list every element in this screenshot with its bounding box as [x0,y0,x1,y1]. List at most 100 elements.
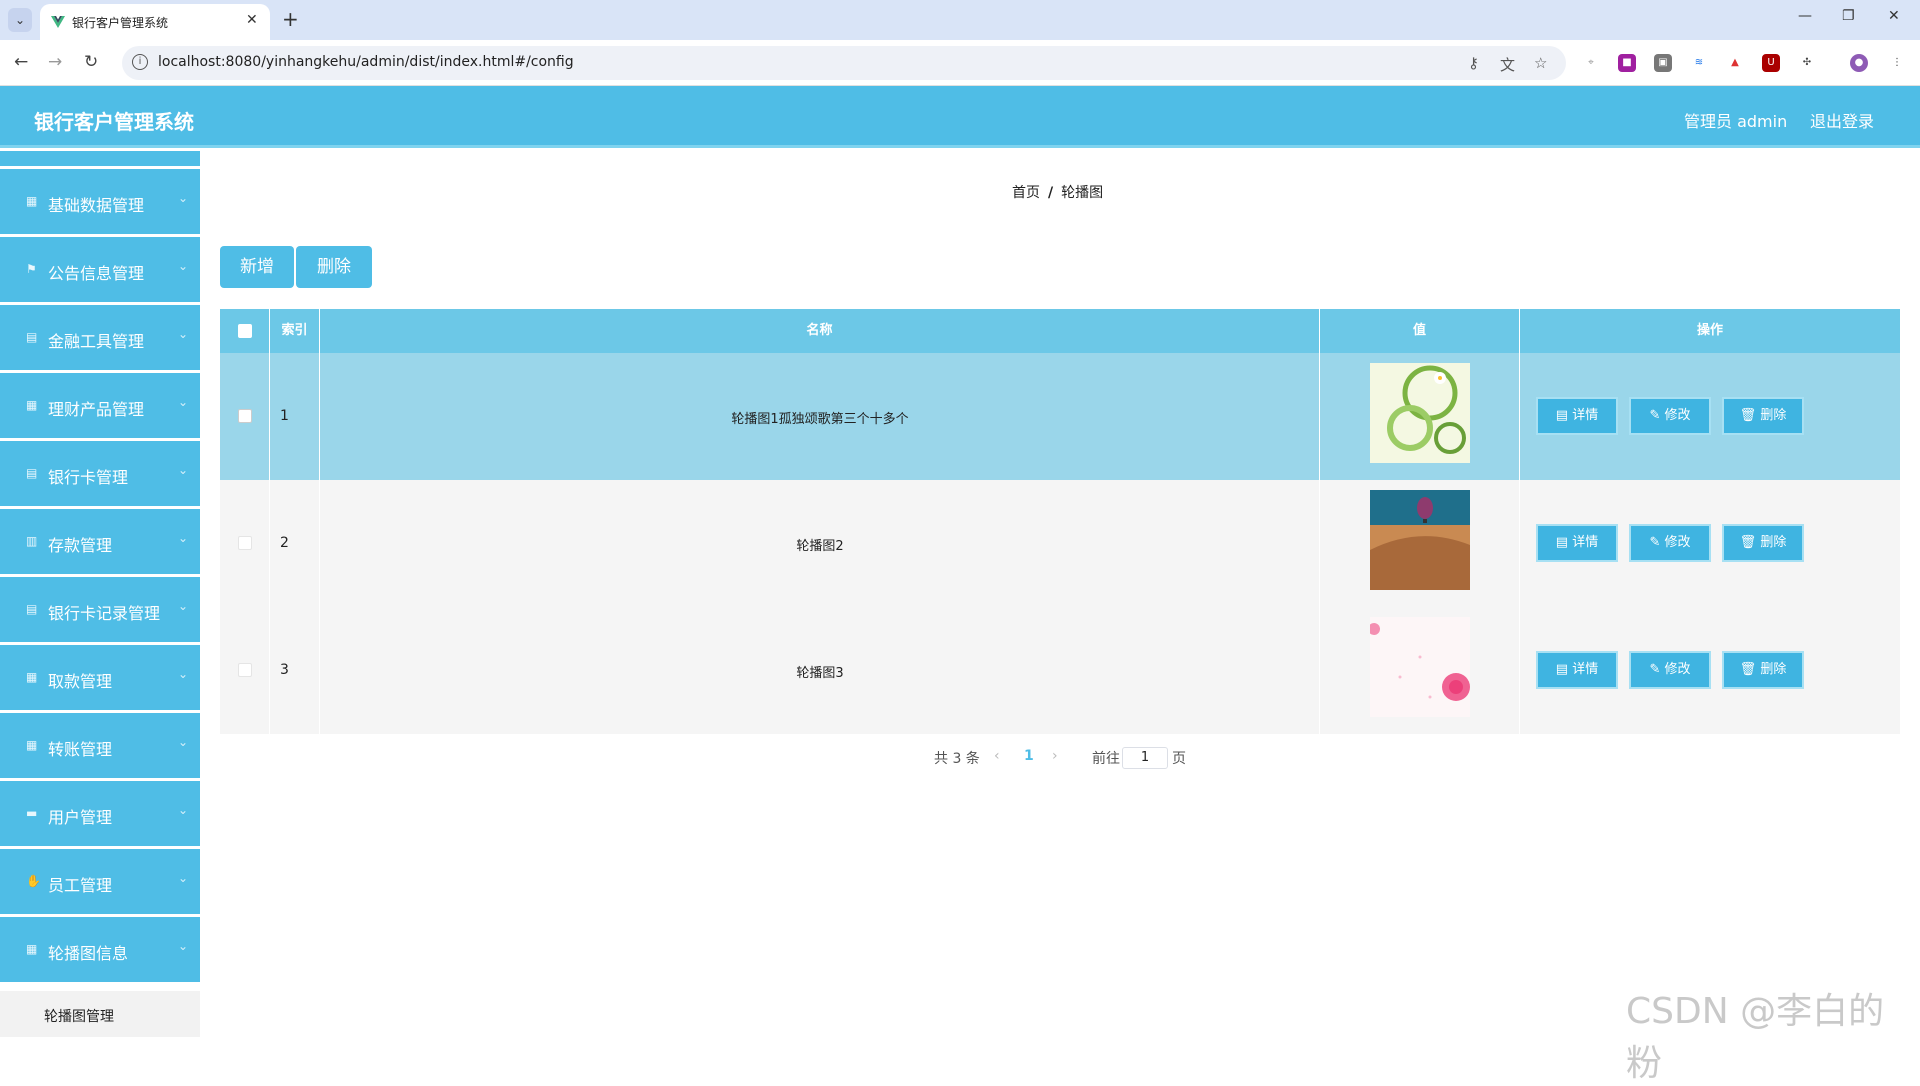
reload-icon[interactable]: ↻ [84,52,98,72]
table-row[interactable]: 1 轮播图1孤独颂歌第三个十多个 ▤ 详情 ✎ 修改 🗑 删除 [220,353,1900,480]
delete-button[interactable]: 🗑 删除 [1722,651,1804,689]
sidebar-item-11[interactable]: ▦ 轮播图信息 ⌄ [0,917,200,985]
table-row[interactable]: 2 轮播图2 ▤ 详情 ✎ 修改 🗑 删除 [220,480,1900,607]
delete-label: 删除 [1760,408,1787,423]
row-name: 轮播图3 [796,666,844,681]
edit-button[interactable]: ✎ 修改 [1629,651,1711,689]
row-index-cell: 1 [270,353,320,480]
row-checkbox[interactable] [238,536,252,550]
sidebar-item-0[interactable]: ▦ 基础数据管理 ⌄ [0,169,200,237]
extension-cursor-icon[interactable]: ⌖ [1582,54,1600,72]
minimize-icon[interactable]: — [1798,8,1812,24]
chevron-down-icon: ⌄ [178,463,189,477]
batch-delete-button[interactable]: 删除 [296,246,372,288]
extension-red-icon[interactable]: ▲ [1726,54,1744,72]
grid-icon: ▦ [26,194,38,208]
edit-icon: ✎ [1649,408,1665,423]
carousel-thumbnail[interactable] [1370,490,1470,590]
table-row[interactable]: 3 轮播图3 ▤ 详情 ✎ 修改 🗑 删除 [220,607,1900,734]
detail-label: 详情 [1572,535,1599,550]
breadcrumb-home[interactable]: 首页 [1012,185,1040,201]
logout-link[interactable]: 退出登录 [1810,108,1874,132]
address-bar[interactable]: i localhost:8080/yinhangkehu/admin/dist/… [122,46,1566,80]
edit-button[interactable]: ✎ 修改 [1629,524,1711,562]
sidebar-item-8[interactable]: ▦ 转账管理 ⌄ [0,713,200,781]
browser-tab[interactable]: 银行客户管理系统 ✕ [40,4,270,40]
sidebar-item-label: 取款管理 [48,672,113,691]
row-checkbox[interactable] [238,409,252,423]
extension-gray-icon[interactable]: ▣ [1654,54,1672,72]
translate-icon[interactable]: 文 [1500,54,1515,75]
bookmark-star-icon[interactable]: ☆ [1534,54,1547,72]
sidebar-item-label: 公告信息管理 [48,264,145,283]
edit-icon: ✎ [1649,662,1665,677]
window-close-icon[interactable]: ✕ [1888,8,1900,24]
edit-button[interactable]: ✎ 修改 [1629,397,1711,435]
sidebar: ▦ 基础数据管理 ⌄ ⚑ 公告信息管理 ⌄ ▤ 金融工具管理 ⌄ ▦ 理财产品管理 ⌄ ▤ 银行卡管理 ⌄ ▥… [0,151,200,1037]
select-all-cell [220,309,270,353]
row-select-cell [220,480,270,607]
chevron-down-icon: ⌄ [178,939,189,953]
delete-button[interactable]: 🗑 删除 [1722,397,1804,435]
row-actions-cell: ▤ 详情 ✎ 修改 🗑 删除 [1520,353,1900,480]
new-tab-icon[interactable]: + [282,7,299,31]
sidebar-item-label: 轮播图信息 [48,944,129,963]
chevron-down-icon: ⌄ [178,191,189,205]
add-button[interactable]: 新增 [220,246,294,288]
delete-button[interactable]: 🗑 删除 [1722,524,1804,562]
sidebar-item-7[interactable]: ▦ 取款管理 ⌄ [0,645,200,713]
sidebar-item-6[interactable]: ▤ 银行卡记录管理 ⌄ [0,577,200,645]
sidebar-item-label: 基础数据管理 [48,196,145,215]
password-key-icon[interactable]: ⚷ [1468,54,1479,72]
extension-shield-icon[interactable]: U [1762,54,1780,72]
sidebar-item-5[interactable]: ▥ 存款管理 ⌄ [0,509,200,577]
row-actions-cell: ▤ 详情 ✎ 修改 🗑 删除 [1520,480,1900,607]
extension-layers-icon[interactable]: ≋ [1690,54,1708,72]
app-header: 银行客户管理系统 管理员 admin 退出登录 [0,86,1920,148]
extensions-puzzle-icon[interactable]: ✣ [1798,54,1816,72]
back-icon[interactable]: ← [14,52,28,72]
row-actions-cell: ▤ 详情 ✎ 修改 🗑 删除 [1520,607,1900,734]
url-text[interactable]: localhost:8080/yinhangkehu/admin/dist/in… [158,54,574,70]
extension-purple-icon[interactable]: ■ [1618,54,1636,72]
sidebar-item-1[interactable]: ⚑ 公告信息管理 ⌄ [0,237,200,305]
sidebar-item-9[interactable]: ▬ 用户管理 ⌄ [0,781,200,849]
sidebar-item-4[interactable]: ▤ 银行卡管理 ⌄ [0,441,200,509]
pager-total: 共 3 条 [934,751,980,767]
browser-menu-icon[interactable]: ⋮ [1888,54,1906,72]
watermark: CSDN @李白的粉 [1626,991,1885,1084]
edit-label: 修改 [1664,408,1691,423]
restore-icon[interactable]: ❐ [1842,8,1855,24]
sidebar-subitem-carousel-manage[interactable]: 轮播图管理 [0,991,200,1037]
row-value-cell [1320,480,1520,607]
pager-next-icon[interactable]: › [1052,748,1058,764]
detail-button[interactable]: ▤ 详情 [1536,651,1618,689]
column-header-name: 名称 [320,309,1320,353]
app-title: 银行客户管理系统 [34,110,194,134]
carousel-thumbnail[interactable] [1368,617,1470,717]
edit-label: 修改 [1664,535,1691,550]
tab-search-icon[interactable]: ⌄ [8,8,32,32]
site-info-icon[interactable]: i [132,54,148,70]
pager-goto-input[interactable]: 1 [1122,747,1168,769]
carousel-thumbnail[interactable] [1370,363,1470,463]
tab-close-icon[interactable]: ✕ [246,12,258,28]
column-header-actions: 操作 [1696,323,1723,338]
sidebar-item-2[interactable]: ▤ 金融工具管理 ⌄ [0,305,200,373]
detail-button[interactable]: ▤ 详情 [1536,397,1618,435]
forward-icon[interactable]: → [48,52,62,72]
pager-current-page[interactable]: 1 [1024,748,1034,764]
detail-button[interactable]: ▤ 详情 [1536,524,1618,562]
profile-avatar[interactable]: ● [1850,54,1868,72]
sidebar-item-label: 用户管理 [48,808,113,827]
chevron-down-icon: ⌄ [178,395,189,409]
chevron-down-icon: ⌄ [178,259,189,273]
detail-label: 详情 [1572,662,1599,677]
row-name-cell: 轮播图3 [320,607,1320,734]
pager-prev-icon[interactable]: ‹ [994,748,1000,764]
select-all-checkbox[interactable] [238,324,252,338]
chat-icon: ▬ [26,806,38,820]
sidebar-item-10[interactable]: ✋ 员工管理 ⌄ [0,849,200,917]
row-checkbox[interactable] [238,663,252,677]
sidebar-item-3[interactable]: ▦ 理财产品管理 ⌄ [0,373,200,441]
